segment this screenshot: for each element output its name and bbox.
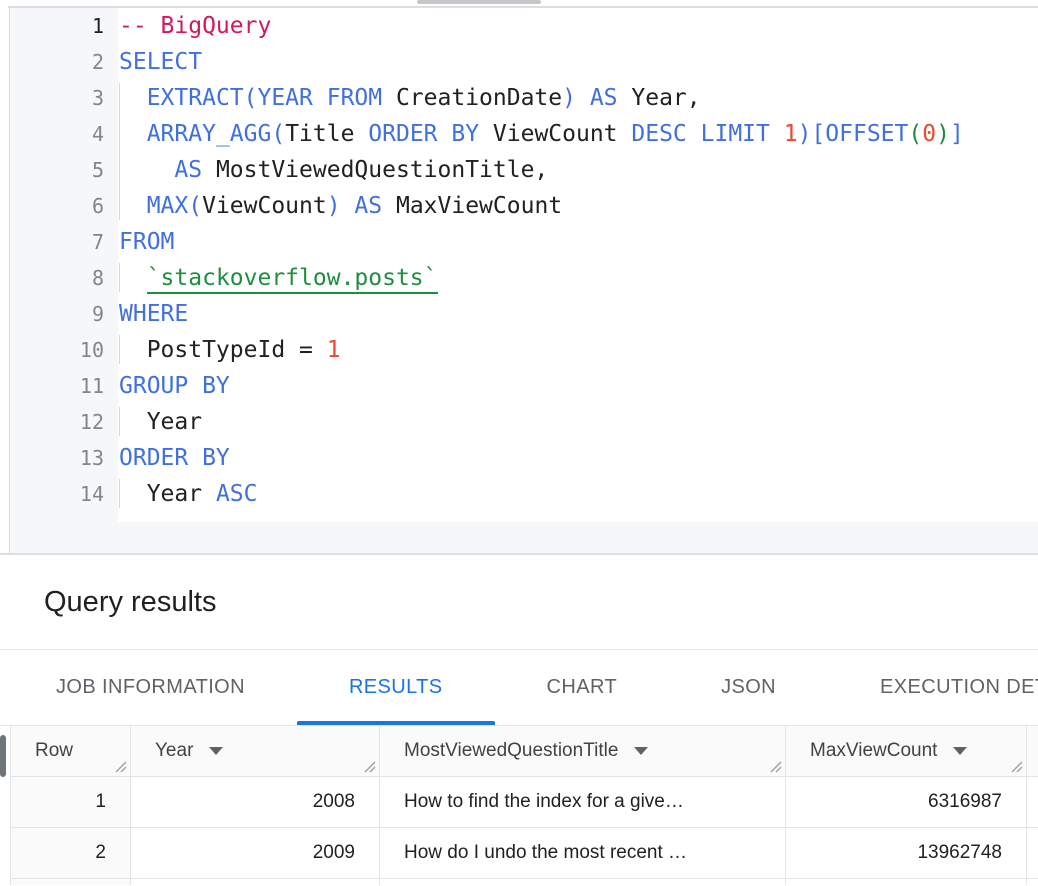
line-number: 1	[10, 8, 118, 44]
table-cell: 13962748	[786, 828, 1027, 878]
column-menu-arrow-icon[interactable]	[953, 747, 967, 755]
editor-footer-strip	[10, 522, 1038, 553]
code-text: -- BigQuery	[118, 8, 1038, 44]
table-cell: How do I undo the most recent …	[380, 828, 786, 878]
code-text: GROUP BY	[118, 368, 1038, 404]
code-line[interactable]: 6 MAX(ViewCount) AS MaxViewCount	[10, 188, 1038, 224]
column-resize-handle-icon[interactable]	[768, 759, 782, 773]
table-cell	[1027, 828, 1038, 878]
code-text: EXTRACT(YEAR FROM CreationDate) AS Year,	[118, 80, 1038, 116]
column-label: MostViewedQuestionTitle	[404, 740, 618, 762]
line-number: 3	[10, 80, 118, 116]
results-table-panel: Row Year MostViewedQuestionTitle MaxViewCou…	[0, 726, 1038, 885]
sql-editor-panel: 1-- BigQuery2SELECT3 EXTRACT(YEAR FROM C…	[0, 8, 1038, 555]
code-text: WHERE	[118, 296, 1038, 332]
code-text: `stackoverflow.posts`	[118, 260, 1038, 296]
code-text: AS MostViewedQuestionTitle,	[118, 152, 1038, 188]
indent-guide	[119, 407, 120, 436]
code-line[interactable]: 9WHERE	[10, 296, 1038, 332]
code-line[interactable]: 10 PostTypeId = 1	[10, 332, 1038, 368]
column-menu-arrow-icon[interactable]	[209, 747, 223, 755]
code-text: Year ASC	[118, 476, 1038, 512]
line-number: 12	[10, 404, 118, 440]
table-row: 22009How do I undo the most recent …1396…	[11, 828, 1038, 879]
query-results-header: Query results	[0, 555, 1038, 650]
code-line[interactable]: 2SELECT	[10, 44, 1038, 80]
vertical-scrollbar-thumb[interactable]	[0, 735, 6, 777]
table-cell	[786, 879, 1027, 885]
code-line[interactable]: 11GROUP BY	[10, 368, 1038, 404]
table-cell: 2008	[131, 777, 380, 827]
column-header-year: Year	[131, 726, 380, 776]
line-number: 9	[10, 296, 118, 332]
table-cell	[380, 879, 786, 885]
top-horizontal-scrollbar	[0, 0, 1038, 8]
code-line[interactable]: 12 Year	[10, 404, 1038, 440]
line-number: 13	[10, 440, 118, 476]
line-number: 10	[10, 332, 118, 368]
code-line[interactable]: 8 `stackoverflow.posts`	[10, 260, 1038, 296]
tab-job-information[interactable]: JOB INFORMATION	[4, 650, 297, 725]
code-line[interactable]: 5 AS MostViewedQuestionTitle,	[10, 152, 1038, 188]
column-resize-handle-icon[interactable]	[1009, 759, 1023, 773]
code-line[interactable]: 1-- BigQuery	[10, 8, 1038, 44]
column-header-mostviewedquestiontitle: MostViewedQuestionTitle	[380, 726, 786, 776]
column-header-maxviewcount: MaxViewCount	[786, 726, 1027, 776]
code-text: MAX(ViewCount) AS MaxViewCount	[118, 188, 1038, 224]
table-cell	[131, 879, 380, 885]
code-text: ARRAY_AGG(Title ORDER BY ViewCount DESC …	[118, 116, 1038, 152]
code-line[interactable]: 14 Year ASC	[10, 476, 1038, 512]
column-label: Year	[155, 740, 193, 762]
code-text: FROM	[118, 224, 1038, 260]
table-cell	[1027, 879, 1038, 885]
line-number: 5	[10, 152, 118, 188]
column-label: Row	[35, 740, 73, 762]
table-header-row: Row Year MostViewedQuestionTitle MaxViewCou…	[11, 726, 1038, 777]
table-cell: How to find the index for a give…	[380, 777, 786, 827]
table-cell: 1	[11, 777, 131, 827]
code-text: PostTypeId = 1	[118, 332, 1038, 368]
column-label: MaxViewCount	[810, 740, 937, 762]
table-cell: 6316987	[786, 777, 1027, 827]
line-number: 7	[10, 224, 118, 260]
query-results-title: Query results	[44, 586, 216, 619]
indent-guide	[119, 479, 120, 508]
line-number: 4	[10, 116, 118, 152]
tab-results[interactable]: RESULTS	[297, 650, 495, 725]
code-text: ORDER BY	[118, 440, 1038, 476]
column-resize-handle-icon[interactable]	[113, 759, 127, 773]
line-number: 14	[10, 476, 118, 512]
tab-json[interactable]: JSON	[669, 650, 828, 725]
table-row	[11, 879, 1038, 885]
horizontal-scrollbar-thumb[interactable]	[417, 0, 541, 4]
indent-guide	[119, 335, 120, 364]
line-number: 8	[10, 260, 118, 296]
line-number: 2	[10, 44, 118, 80]
column-header-row: Row	[11, 726, 131, 776]
line-number: 11	[10, 368, 118, 404]
line-number: 6	[10, 188, 118, 224]
results-tabs: JOB INFORMATIONRESULTSCHARTJSONEXECUTION…	[0, 650, 1038, 726]
panel-left-edge	[0, 8, 10, 553]
table-cell	[1027, 777, 1038, 827]
code-text: Year	[118, 404, 1038, 440]
table-cell: 2009	[131, 828, 380, 878]
tab-chart[interactable]: CHART	[495, 650, 670, 725]
code-line[interactable]: 3 EXTRACT(YEAR FROM CreationDate) AS Yea…	[10, 80, 1038, 116]
indent-guide	[119, 83, 120, 220]
table-cell	[11, 879, 131, 885]
column-header-blank	[1027, 726, 1038, 776]
code-lines[interactable]: 1-- BigQuery2SELECT3 EXTRACT(YEAR FROM C…	[10, 8, 1038, 512]
indent-guide	[119, 263, 120, 292]
column-menu-arrow-icon[interactable]	[634, 747, 648, 755]
results-grid: Row Year MostViewedQuestionTitle MaxViewCou…	[10, 726, 1038, 885]
code-line[interactable]: 4 ARRAY_AGG(Title ORDER BY ViewCount DES…	[10, 116, 1038, 152]
column-resize-handle-icon[interactable]	[362, 759, 376, 773]
code-line[interactable]: 13ORDER BY	[10, 440, 1038, 476]
table-cell: 2	[11, 828, 131, 878]
code-text: SELECT	[118, 44, 1038, 80]
tab-execution-details[interactable]: EXECUTION DETAILS	[828, 650, 1038, 725]
code-line[interactable]: 7FROM	[10, 224, 1038, 260]
table-row: 12008How to find the index for a give…63…	[11, 777, 1038, 828]
